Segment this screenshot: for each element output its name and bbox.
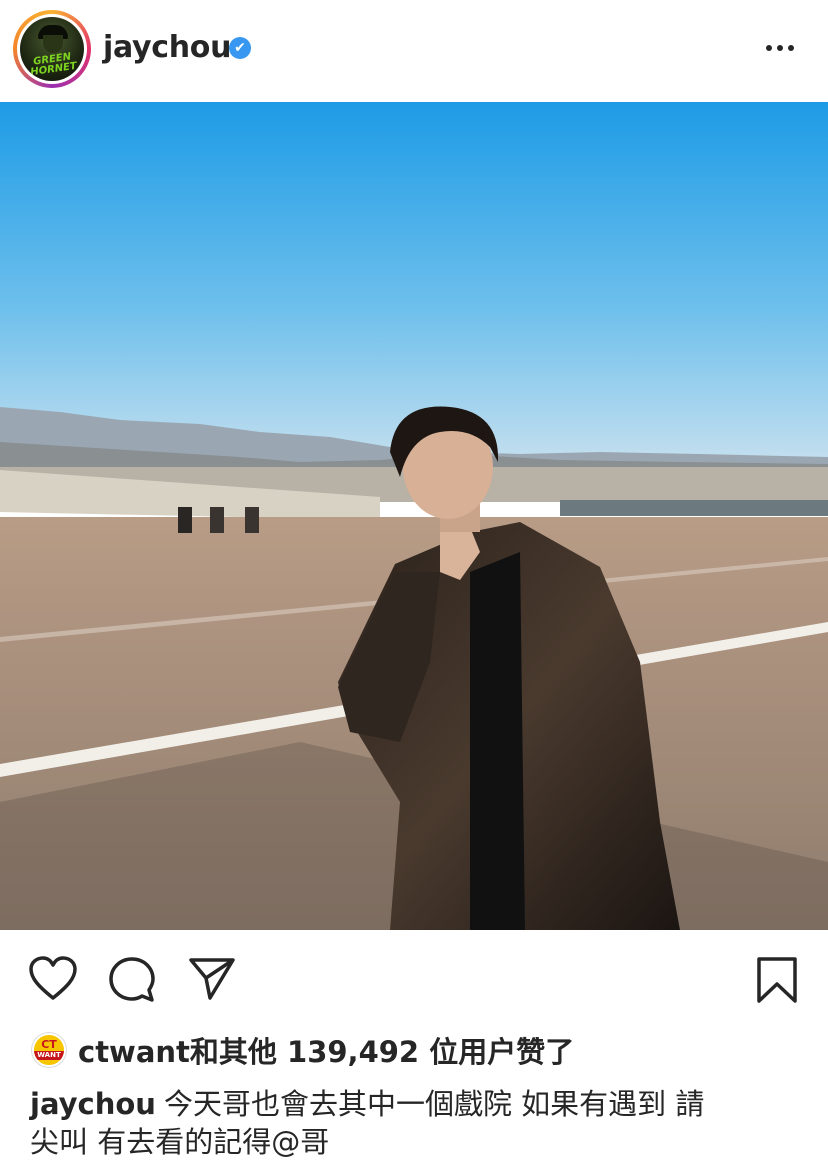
- caption-line-2: 尖叫 有去看的記得@哥: [30, 1125, 330, 1159]
- likes-summary: CT WANT ctwant和其他 139,492 位用户赞了: [32, 1029, 574, 1071]
- avatar-border: GREEN HORNET: [17, 14, 87, 84]
- comment-button[interactable]: [108, 956, 156, 1008]
- avatar[interactable]: GREEN HORNET: [20, 17, 84, 81]
- like-button[interactable]: [28, 956, 78, 1006]
- verified-badge-icon: ✔: [229, 37, 251, 59]
- avatar-story-ring[interactable]: GREEN HORNET: [13, 10, 91, 88]
- avatar-logo-text: GREEN HORNET: [29, 51, 78, 79]
- more-options-button[interactable]: [766, 40, 800, 56]
- liker-logo-top: CT: [41, 1038, 57, 1051]
- liker-username[interactable]: ctwant: [78, 1035, 190, 1069]
- likes-text-wrapper: ctwant和其他 139,492 位用户赞了: [78, 1029, 574, 1071]
- post-photo[interactable]: [0, 102, 828, 930]
- bookmark-icon: [757, 957, 797, 1003]
- share-button[interactable]: [188, 956, 236, 1006]
- caption-line-1: 今天哥也會去其中一個戲院 如果有遇到 請: [163, 1087, 705, 1121]
- more-dot-icon: [788, 45, 794, 51]
- heart-icon: [29, 956, 77, 1000]
- more-dot-icon: [777, 45, 783, 51]
- liker-logo-bottom: WANT: [34, 1051, 64, 1060]
- caption-username[interactable]: jaychou: [30, 1087, 156, 1121]
- share-icon: [189, 958, 235, 1000]
- post-caption: jaychou 今天哥也會去其中一個戲院 如果有遇到 請 尖叫 有去看的記得@哥: [30, 1085, 800, 1161]
- post-header: GREEN HORNET jaychou ✔: [0, 0, 828, 102]
- comment-icon: [109, 957, 155, 1002]
- likes-count-text[interactable]: 和其他 139,492 位用户赞了: [190, 1035, 574, 1069]
- save-button[interactable]: [756, 956, 798, 1008]
- liker-avatar[interactable]: CT WANT: [32, 1033, 66, 1067]
- more-dot-icon: [766, 45, 772, 51]
- avatar-face-shape: [43, 35, 63, 53]
- post-username[interactable]: jaychou: [103, 30, 231, 65]
- post-photo-image: [0, 102, 828, 930]
